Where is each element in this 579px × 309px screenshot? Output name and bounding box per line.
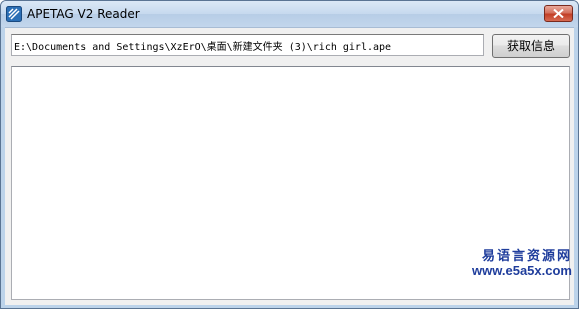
app-icon	[6, 6, 22, 22]
close-icon	[553, 9, 564, 18]
window-title: APETAG V2 Reader	[27, 7, 140, 21]
title-bar[interactable]: APETAG V2 Reader	[1, 1, 578, 27]
file-path-input[interactable]	[11, 34, 484, 56]
watermark-url: www.e5a5x.com	[472, 263, 572, 278]
get-info-button[interactable]: 获取信息	[492, 34, 570, 58]
app-window: APETAG V2 Reader 获取信息 易语言资源网 www.e5a5x.c…	[0, 0, 579, 309]
watermark-site-name: 易语言资源网	[481, 249, 572, 264]
close-button[interactable]	[544, 5, 573, 22]
